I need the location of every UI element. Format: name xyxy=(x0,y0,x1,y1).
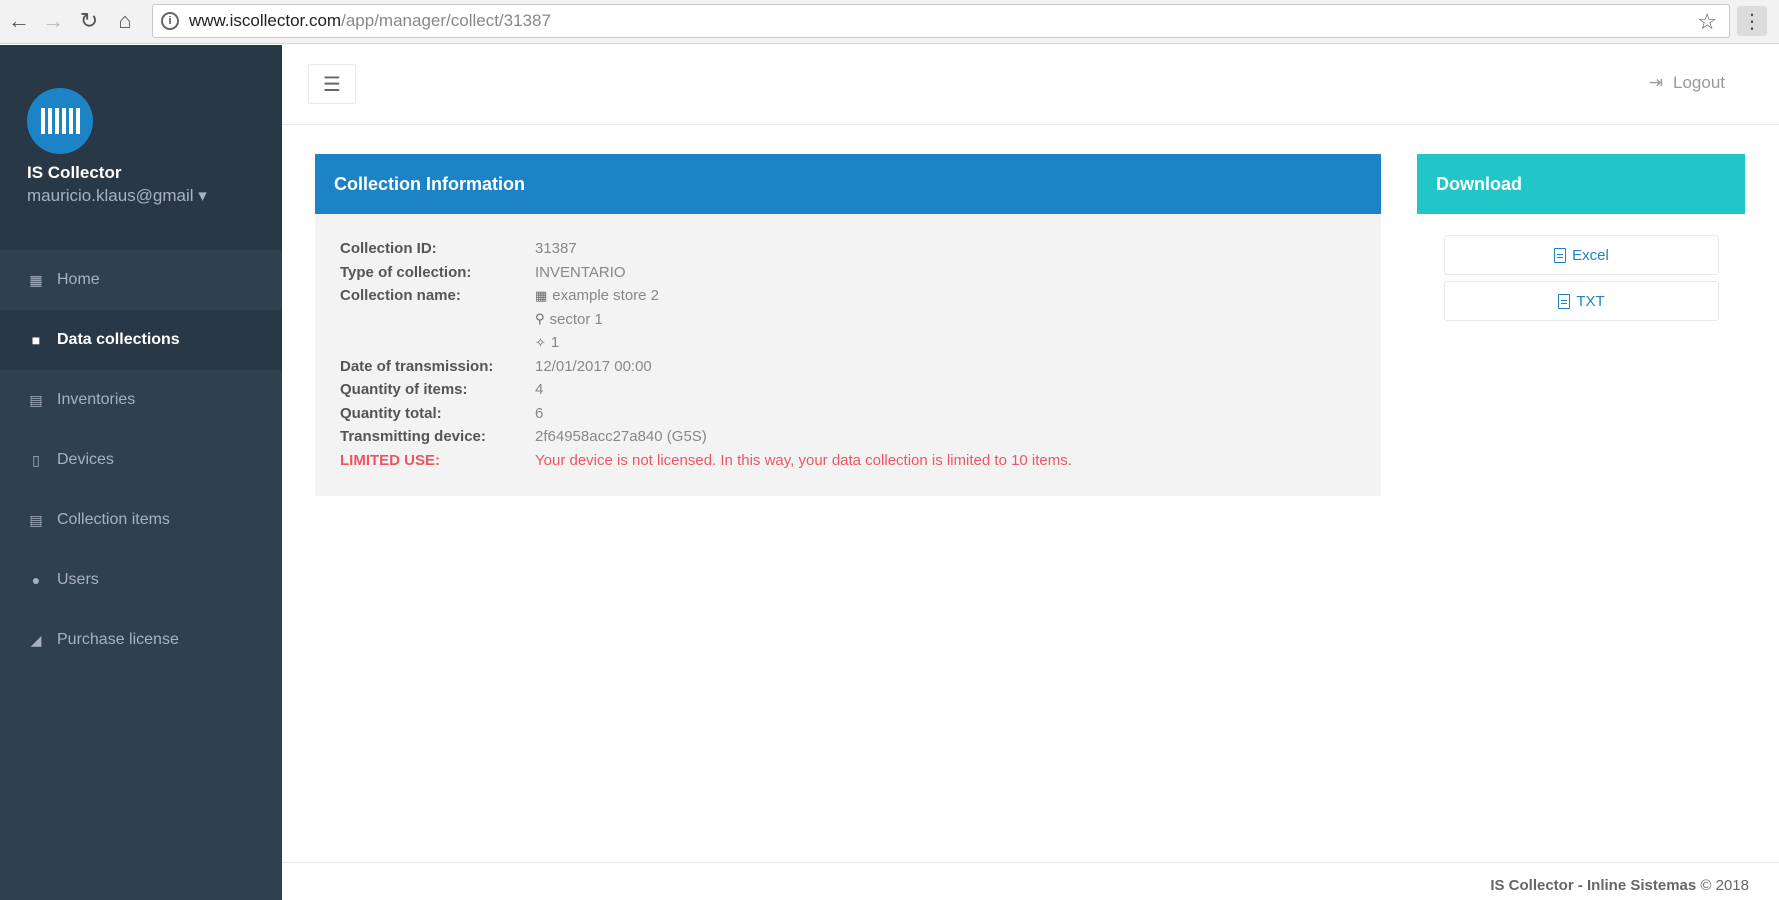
field-label: Collection ID: xyxy=(340,240,437,258)
logout-label: Logout xyxy=(1673,73,1725,92)
field-label: Transmitting device: xyxy=(340,428,486,446)
limited-use-message: Your device is not licensed. In this way… xyxy=(535,451,1072,469)
grid-icon: ▦ xyxy=(29,271,43,288)
list-icon: ▤ xyxy=(29,511,43,528)
sidebar-item-label: Devices xyxy=(57,451,114,468)
cart-icon: ◢ xyxy=(30,631,42,648)
sidebar-item-label: Inventories xyxy=(57,391,136,408)
sidebar-item-inventories[interactable]: ▤ Inventories xyxy=(0,370,282,430)
forward-arrow-icon[interactable]: → xyxy=(40,8,66,34)
sidebar-item-label: Home xyxy=(57,271,100,288)
collection-info-panel: Collection Information Collection ID: 31… xyxy=(315,154,1381,496)
footer-copyright: © 2018 xyxy=(1700,877,1749,894)
count-value: 1 xyxy=(550,334,560,352)
sidebar-item-users[interactable]: ● Users xyxy=(0,550,282,610)
collection-store: ▦ example store 2 xyxy=(535,287,659,304)
map-marker-icon: ⚲ xyxy=(535,311,545,327)
browser-menu-icon[interactable]: ⋮ xyxy=(1737,6,1767,36)
top-navbar: ☰ ⇥ Logout xyxy=(282,45,1779,125)
limited-use-row: LIMITED USE: Your device is not licensed… xyxy=(340,449,1072,473)
download-excel-button[interactable]: Excel xyxy=(1444,235,1719,275)
footer-text: IS Collector - Inline Sistemas © 2018 xyxy=(1490,877,1749,894)
app-name: IS Collector xyxy=(27,163,122,182)
field-label: Date of transmission: xyxy=(340,357,494,375)
field-label: Quantity of items: xyxy=(340,381,468,399)
transmission-date-value: 12/01/2017 00:00 xyxy=(535,357,652,375)
field-label: Type of collection: xyxy=(340,263,472,281)
transmitting-device-value: 2f64958acc27a840 (G5S) xyxy=(535,428,707,446)
sidebar-item-label: Purchase license xyxy=(57,631,179,648)
store-icon: ▦ xyxy=(535,287,548,303)
barcode-logo-icon xyxy=(27,88,93,154)
collection-sector: ⚲ sector 1 xyxy=(535,311,603,328)
reload-icon[interactable]: ↻ xyxy=(76,8,102,34)
sitemap-icon: ✧ xyxy=(535,334,546,350)
menu-toggle-button[interactable]: ☰ xyxy=(308,64,356,104)
sidebar-item-devices[interactable]: ▯ Devices xyxy=(0,430,282,490)
list-icon: ▤ xyxy=(29,391,43,408)
profile-section: IS Collector mauricio.klaus@gmail ▾ xyxy=(0,45,282,250)
store-name: example store 2 xyxy=(552,287,660,305)
limited-use-label: LIMITED USE: xyxy=(340,451,440,469)
download-panel: Download Excel TXT xyxy=(1417,154,1745,321)
download-txt-button[interactable]: TXT xyxy=(1444,281,1719,321)
footer: IS Collector - Inline Sistemas © 2018 xyxy=(282,862,1779,900)
back-arrow-icon[interactable]: ← xyxy=(6,8,32,34)
address-bar[interactable]: i www.iscollector.com/app/manager/collec… xyxy=(152,4,1730,38)
detail-row: Collection name: ▦ example store 2 xyxy=(340,284,1072,308)
sidebar-item-home[interactable]: ▦ Home xyxy=(0,250,282,310)
user-icon: ● xyxy=(31,572,41,588)
collection-count: ✧ 1 xyxy=(535,334,559,351)
logout-link[interactable]: ⇥ Logout xyxy=(1649,73,1725,93)
detail-row: Type of collection: INVENTARIO xyxy=(340,261,1072,285)
collection-details: Collection ID: 31387 Type of collection:… xyxy=(340,237,1072,472)
browser-toolbar: ← → ↻ ⌂ i www.iscollector.com/app/manage… xyxy=(0,0,1779,44)
file-text-icon xyxy=(1558,293,1571,309)
detail-row: Quantity of items: 4 xyxy=(340,378,1072,402)
mobile-icon: ▯ xyxy=(32,451,40,468)
user-dropdown[interactable]: mauricio.klaus@gmail ▾ xyxy=(27,186,207,206)
detail-row: Collection ID: 31387 xyxy=(340,237,1072,261)
home-icon[interactable]: ⌂ xyxy=(112,8,138,34)
footer-brand: IS Collector - Inline Sistemas xyxy=(1490,877,1697,894)
folder-icon: ■ xyxy=(31,332,41,348)
file-excel-icon xyxy=(1554,247,1567,263)
sign-out-icon: ⇥ xyxy=(1648,73,1663,92)
excel-label: Excel xyxy=(1572,246,1609,264)
sector-name: sector 1 xyxy=(549,310,603,328)
detail-row: Transmitting device: 2f64958acc27a840 (G… xyxy=(340,425,1072,449)
txt-label: TXT xyxy=(1576,292,1605,310)
sidebar-item-collection-items[interactable]: ▤ Collection items xyxy=(0,490,282,550)
panel-title: Collection Information xyxy=(315,154,1381,214)
download-title: Download xyxy=(1417,154,1745,214)
detail-row: ⚲ sector 1 xyxy=(340,308,1072,332)
bookmark-star-icon[interactable]: ☆ xyxy=(1697,9,1717,35)
detail-row: Date of transmission: 12/01/2017 00:00 xyxy=(340,355,1072,379)
sidebar-item-label: Users xyxy=(57,571,99,588)
sidebar: IS Collector mauricio.klaus@gmail ▾ ▦ Ho… xyxy=(0,45,282,900)
sidebar-nav: ▦ Home ■ Data collections ▤ Inventories … xyxy=(0,250,282,670)
sidebar-item-purchase-license[interactable]: ◢ Purchase license xyxy=(0,610,282,670)
field-label: Quantity total: xyxy=(340,404,442,422)
quantity-total-value: 6 xyxy=(535,404,544,422)
url-text: www.iscollector.com/app/manager/collect/… xyxy=(189,11,551,30)
sidebar-item-label: Collection items xyxy=(57,511,170,528)
sidebar-item-data-collections[interactable]: ■ Data collections xyxy=(0,310,282,370)
field-label: Collection name: xyxy=(340,287,461,305)
collection-type-value: INVENTARIO xyxy=(535,263,626,281)
quantity-items-value: 4 xyxy=(535,381,544,399)
detail-row: ✧ 1 xyxy=(340,331,1072,355)
collection-id-value: 31387 xyxy=(535,240,577,258)
site-info-icon[interactable]: i xyxy=(161,12,179,30)
detail-row: Quantity total: 6 xyxy=(340,402,1072,426)
sidebar-item-label: Data collections xyxy=(57,331,180,348)
